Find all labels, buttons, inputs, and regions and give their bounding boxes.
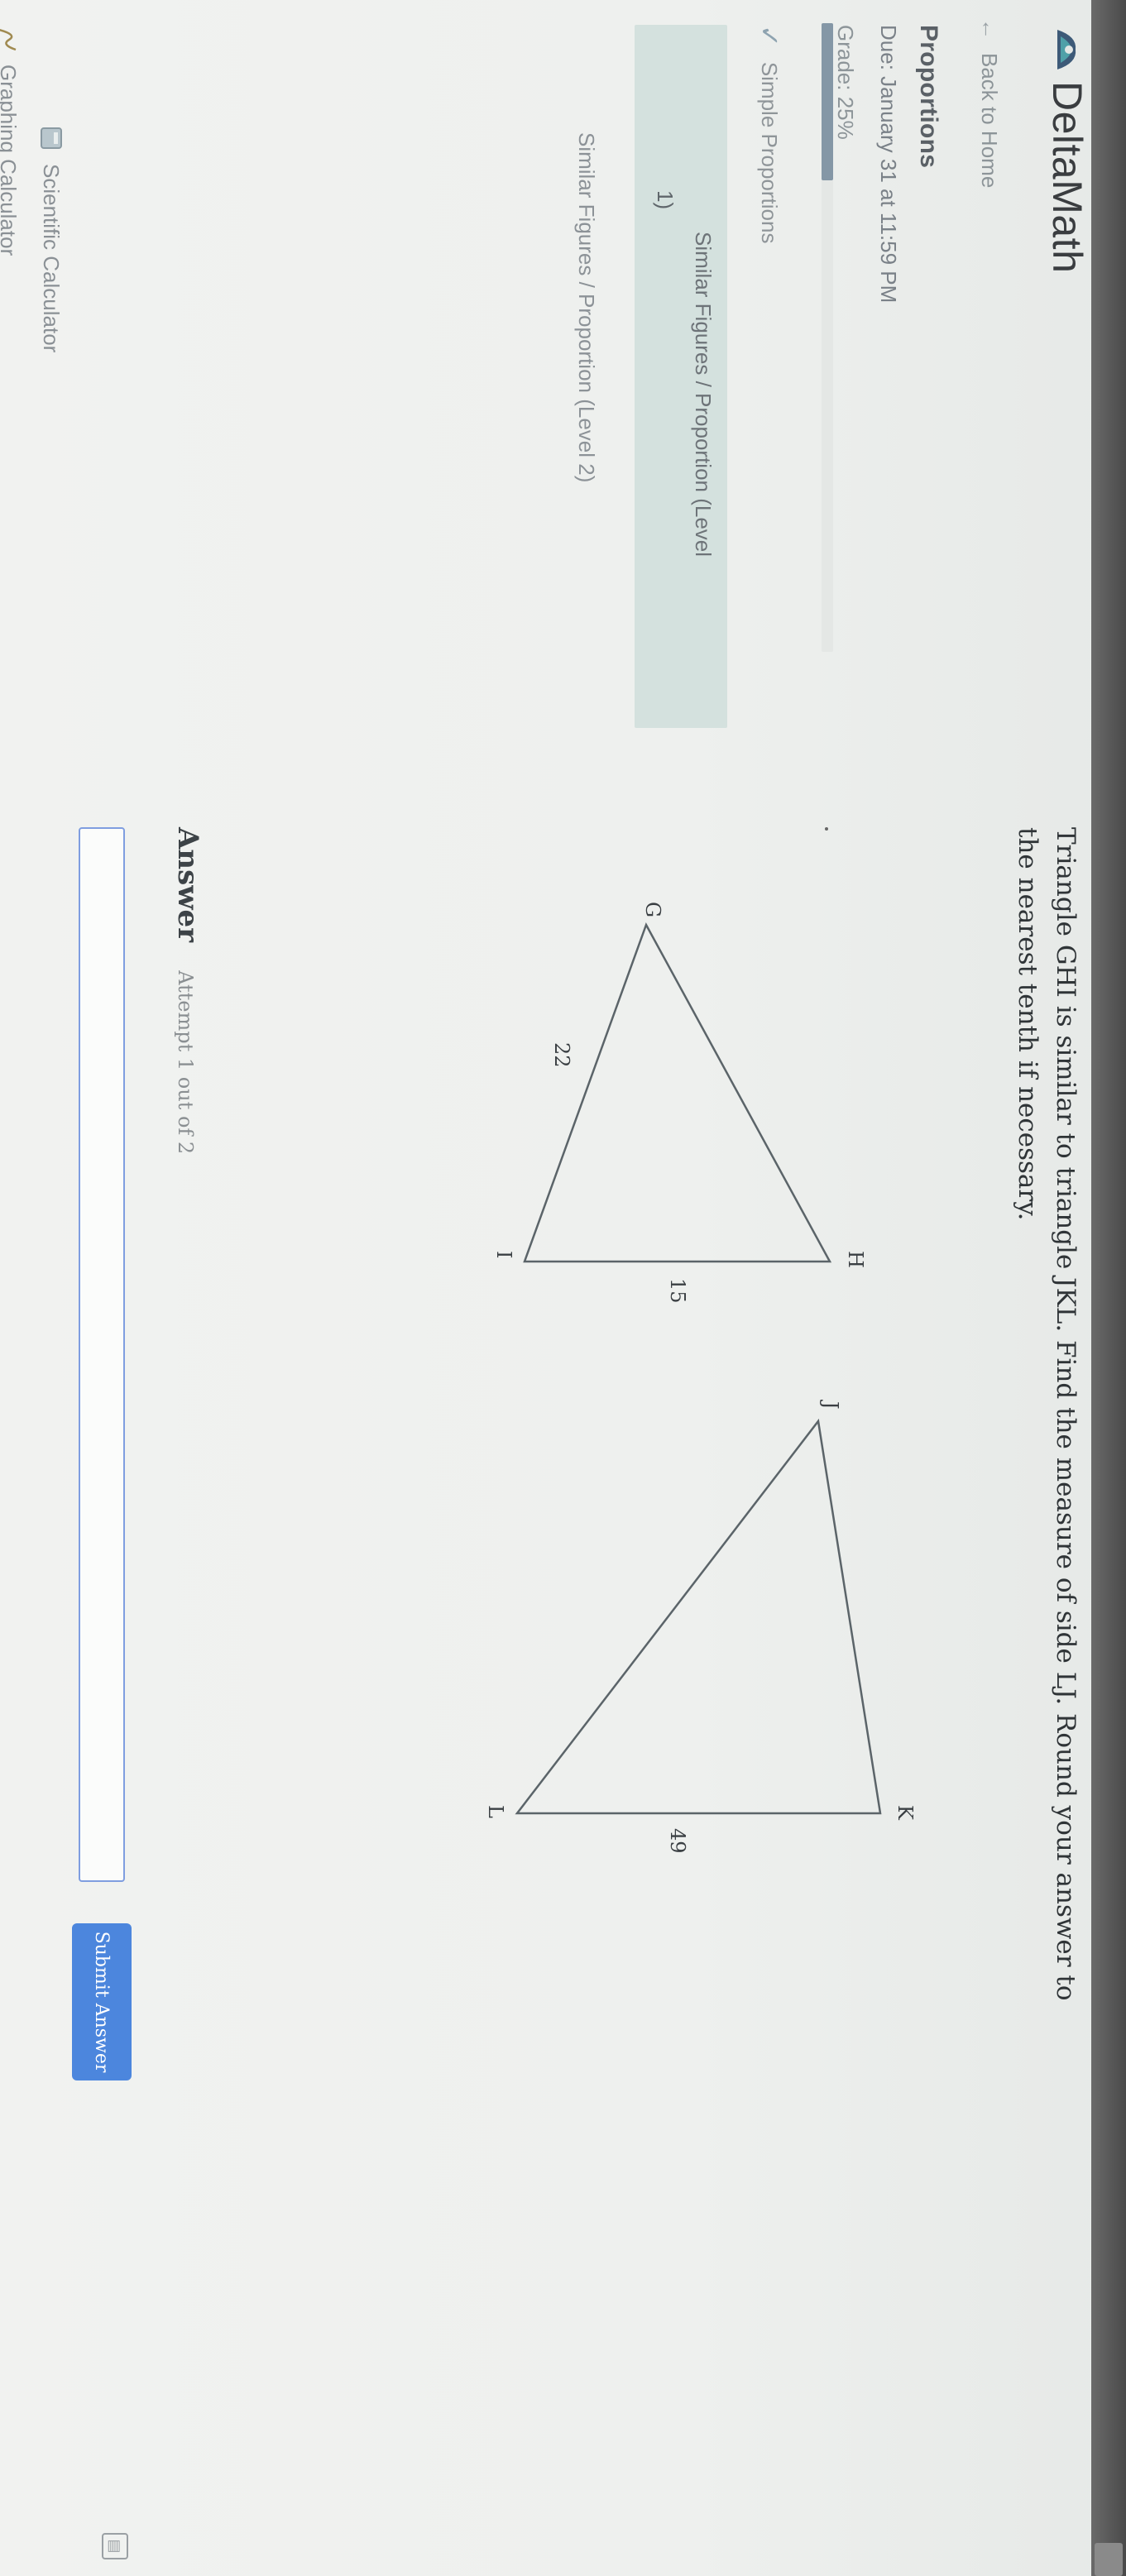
graphing-calculator-link[interactable]: Graphing Calculator [0,25,22,256]
skill-label: Similar Figures / Proportion (Level [691,232,716,558]
scientific-calculator-link[interactable]: Scientific Calculator [37,124,65,352]
triangle-jkl [515,1418,882,1815]
attempt-counter: Attempt 1 out of 2 [174,970,197,1155]
screen: DeltaMath ← Back to Home Proportions Due:… [0,0,1126,2576]
window-control[interactable] [1095,2543,1123,2576]
vertex-label-j: J [819,1399,842,1410]
app-name: DeltaMath [1044,81,1090,274]
side-label-hi: 15 [666,1278,689,1304]
question-text: Triangle GHI is similar to triangle JKL.… [1009,827,1085,2151]
graph-icon [0,25,22,53]
calculator-icon [37,124,65,152]
skill-label: Simple Proportions [757,61,783,244]
sidebar: DeltaMath ← Back to Home Proportions Due:… [0,0,1091,745]
brand[interactable]: DeltaMath [1043,25,1091,273]
back-to-home-link[interactable]: ← Back to Home [976,18,1002,188]
question-line-2: the nearest tenth if necessary. [1013,827,1042,1221]
answer-input[interactable] [79,827,125,1882]
skill-simple-proportions[interactable]: ✓ Simple Proportions [754,25,785,243]
question-line-1: Triangle GHI is similar to triangle JKL.… [1051,827,1080,2001]
submit-answer-button[interactable]: Submit Answer [72,1923,132,2080]
assignment-title: Proportions [915,25,942,169]
skill-similar-figures-current[interactable]: Similar Figures / Proportion (Level 1) [635,25,727,728]
vertex-label-l: L [484,1805,507,1818]
side-label-kl: 49 [666,1828,689,1854]
checkmark-icon: ✓ [755,25,784,47]
keyboard-icon[interactable]: ▤ [102,2533,128,2559]
side-label-gi: 22 [550,1042,573,1068]
grade-progress-fill [822,23,833,180]
skill-similar-figures-level-2[interactable]: Similar Figures / Proportion (Level 2) [573,132,599,482]
grade-progress-bar [822,23,833,652]
arrow-left-icon: ← [977,18,1002,40]
tool-label: Graphing Calculator [0,65,22,256]
vertex-label-k: K [894,1805,917,1821]
answer-header: Answer Attempt 1 out of 2 [171,827,204,1154]
vertex-label-h: H [844,1251,867,1268]
similar-triangles-figure: G H I 22 15 J K L 49 [348,827,1010,2068]
due-date: Due: January 31 at 11:59 PM [876,25,901,304]
answer-label: Answer [171,827,204,943]
back-label: Back to Home [977,53,1002,189]
skill-label-continued: 1) [653,190,678,210]
vertex-label-g: G [641,902,664,917]
tool-label: Scientific Calculator [39,164,65,353]
browser-top-bar [1091,0,1126,2576]
deltamath-logo-icon [1049,25,1085,74]
vertex-label-i: I [492,1251,515,1258]
triangle-ghi [523,922,832,1263]
grade-text: Grade: 25% [833,25,858,140]
